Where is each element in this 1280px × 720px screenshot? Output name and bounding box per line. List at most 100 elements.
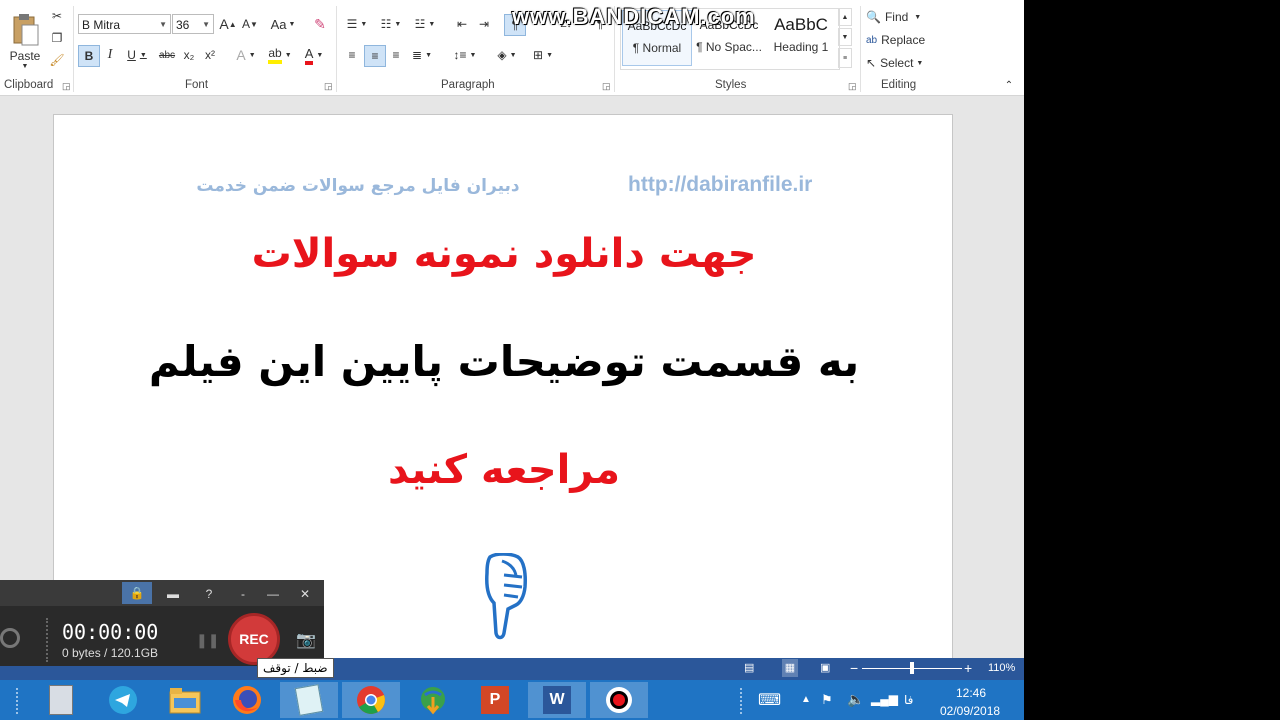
font-color-button[interactable]: A ▼ bbox=[298, 45, 330, 65]
zoom-slider[interactable] bbox=[862, 662, 962, 674]
justify-button[interactable]: ≣ ▼ bbox=[408, 45, 436, 65]
recording-size: 0 bytes / 120.1GB bbox=[62, 646, 159, 660]
change-case-button[interactable]: Aa ▼ bbox=[268, 14, 298, 34]
shading-button[interactable]: ◈ ▼ bbox=[492, 45, 522, 65]
text-effects-button[interactable]: A ▼ bbox=[232, 45, 260, 65]
lock-icon: 🔒 bbox=[129, 586, 145, 600]
chevron-up-icon: ⌃ bbox=[1004, 79, 1014, 91]
format-painter-button[interactable]: 🖌 bbox=[48, 52, 66, 68]
task-powerpoint[interactable]: P bbox=[466, 682, 524, 718]
bold-button[interactable]: B bbox=[78, 45, 100, 67]
volume-icon[interactable]: 🔈 bbox=[847, 691, 864, 708]
decrease-indent-button[interactable]: ⇤ bbox=[452, 14, 472, 34]
style-sample: AaBbC bbox=[774, 15, 828, 34]
italic-button[interactable]: I bbox=[100, 45, 120, 65]
bullets-button[interactable]: ☰ ▼ bbox=[342, 14, 372, 34]
clipboard-launcher-icon[interactable]: ◲ bbox=[62, 82, 71, 91]
task-chrome[interactable] bbox=[342, 682, 400, 718]
close-button[interactable]: ✕ bbox=[290, 584, 320, 604]
chevron-down-icon: ▼ bbox=[159, 20, 167, 29]
underline-button[interactable]: U ▼ bbox=[122, 45, 152, 65]
align-center-button[interactable]: ≡ bbox=[364, 45, 386, 67]
print-layout-icon[interactable]: ▦ bbox=[782, 659, 798, 677]
grow-font-button[interactable]: A ▲ bbox=[219, 14, 237, 34]
align-left-button[interactable]: ≡ bbox=[342, 45, 362, 65]
screenshot-button[interactable]: 📷 bbox=[296, 630, 316, 650]
font-size-combo[interactable]: 36 ▼ bbox=[172, 14, 214, 34]
highlighter-icon: ab bbox=[268, 46, 282, 64]
styles-more[interactable]: ≡ bbox=[838, 48, 852, 68]
pause-button[interactable]: ❚❚ bbox=[196, 632, 219, 649]
multilevel-list-icon: ☳ bbox=[414, 17, 426, 31]
clear-formatting-button[interactable]: ✎ bbox=[310, 14, 330, 34]
powerpoint-icon: P bbox=[481, 686, 509, 714]
dash-icon: - bbox=[241, 587, 245, 601]
italic-label: I bbox=[107, 47, 113, 62]
strikethrough-button[interactable]: abc bbox=[156, 45, 178, 65]
pointing-hand-icon bbox=[485, 553, 527, 640]
increase-indent-button[interactable]: ⇥ bbox=[474, 14, 494, 34]
zoom-level[interactable]: 110% bbox=[988, 662, 1015, 674]
lock-button[interactable]: 🔒 bbox=[122, 582, 152, 604]
font-name-combo[interactable]: B Mitra ▼ bbox=[78, 14, 171, 34]
font-launcher-icon[interactable]: ◲ bbox=[324, 82, 333, 91]
tray-expand-icon[interactable]: ▲ bbox=[801, 694, 811, 705]
task-bandicam[interactable] bbox=[590, 682, 648, 718]
read-mode-icon[interactable]: ▤ bbox=[744, 661, 754, 674]
scissors-icon: ✂ bbox=[51, 9, 63, 23]
style-heading-1[interactable]: AaBbC Heading 1 bbox=[766, 10, 836, 66]
numbering-button[interactable]: ☷ ▼ bbox=[376, 14, 406, 34]
subscript-button[interactable]: x₂ bbox=[180, 45, 198, 65]
font-group-label: Font bbox=[185, 79, 209, 91]
borders-button[interactable]: ⊞ ▼ bbox=[528, 45, 558, 65]
highlight-button[interactable]: ab ▼ bbox=[264, 45, 296, 65]
replace-button[interactable]: ab Replace bbox=[866, 31, 936, 49]
language-indicator[interactable]: فا bbox=[904, 693, 913, 707]
telegram-icon bbox=[109, 686, 137, 714]
webcam-icon[interactable] bbox=[0, 628, 20, 648]
font-color-icon: A bbox=[304, 46, 314, 65]
firefox-icon bbox=[233, 686, 261, 714]
help-button[interactable]: ? bbox=[194, 584, 224, 604]
minimize-small-button[interactable]: - bbox=[228, 584, 258, 604]
keyboard-icon[interactable]: ⌨ bbox=[758, 690, 781, 710]
task-calculator[interactable] bbox=[32, 682, 90, 718]
clock-time[interactable]: 12:46 bbox=[956, 686, 986, 700]
folder-button[interactable]: ▬ bbox=[158, 584, 188, 604]
paragraph-launcher-icon[interactable]: ◲ bbox=[602, 82, 611, 91]
cut-button[interactable]: ✂ bbox=[48, 8, 66, 24]
web-layout-icon[interactable]: ▣ bbox=[820, 661, 830, 674]
binoculars-icon: 🔍 bbox=[866, 10, 881, 24]
help-icon: ? bbox=[205, 587, 213, 601]
task-download-manager[interactable] bbox=[404, 682, 462, 718]
collapse-ribbon-button[interactable]: ⌃ bbox=[1002, 78, 1016, 92]
select-label: Select bbox=[880, 56, 914, 70]
task-telegram[interactable] bbox=[94, 682, 152, 718]
flag-icon[interactable]: ⚑ bbox=[821, 692, 833, 708]
minimize-button[interactable]: — bbox=[258, 584, 288, 604]
task-notepad[interactable] bbox=[280, 682, 338, 718]
network-icon[interactable]: ▂▄▆ bbox=[871, 692, 898, 706]
task-word[interactable]: W bbox=[528, 682, 586, 718]
multilevel-list-button[interactable]: ☳ ▼ bbox=[410, 14, 440, 34]
zoom-slider-thumb[interactable] bbox=[910, 662, 914, 674]
select-button[interactable]: ↖ Select ▼ bbox=[866, 54, 932, 72]
styles-scroll-up[interactable]: ▲ bbox=[838, 8, 852, 26]
clock-date[interactable]: 02/09/2018 bbox=[940, 704, 1000, 718]
bullets-icon: ☰ bbox=[346, 17, 358, 31]
styles-scroll-down[interactable]: ▼ bbox=[838, 28, 852, 46]
find-button[interactable]: 🔍 Find ▼ bbox=[866, 8, 932, 26]
task-file-explorer[interactable] bbox=[156, 682, 214, 718]
task-firefox[interactable] bbox=[218, 682, 276, 718]
font-size-value: 36 bbox=[176, 18, 190, 32]
align-left-icon: ≡ bbox=[348, 48, 356, 62]
align-right-button[interactable]: ≡ bbox=[386, 45, 406, 65]
superscript-button[interactable]: x² bbox=[201, 45, 219, 65]
copy-button[interactable]: ❐ bbox=[48, 30, 66, 46]
styles-launcher-icon[interactable]: ◲ bbox=[848, 82, 857, 91]
zoom-out-button[interactable]: − bbox=[850, 660, 858, 676]
paste-button[interactable]: Paste ▼ bbox=[6, 6, 44, 76]
zoom-in-button[interactable]: + bbox=[964, 660, 972, 676]
shrink-font-button[interactable]: A ▼ bbox=[241, 14, 259, 34]
line-spacing-button[interactable]: ↕≡ ▼ bbox=[450, 45, 480, 65]
